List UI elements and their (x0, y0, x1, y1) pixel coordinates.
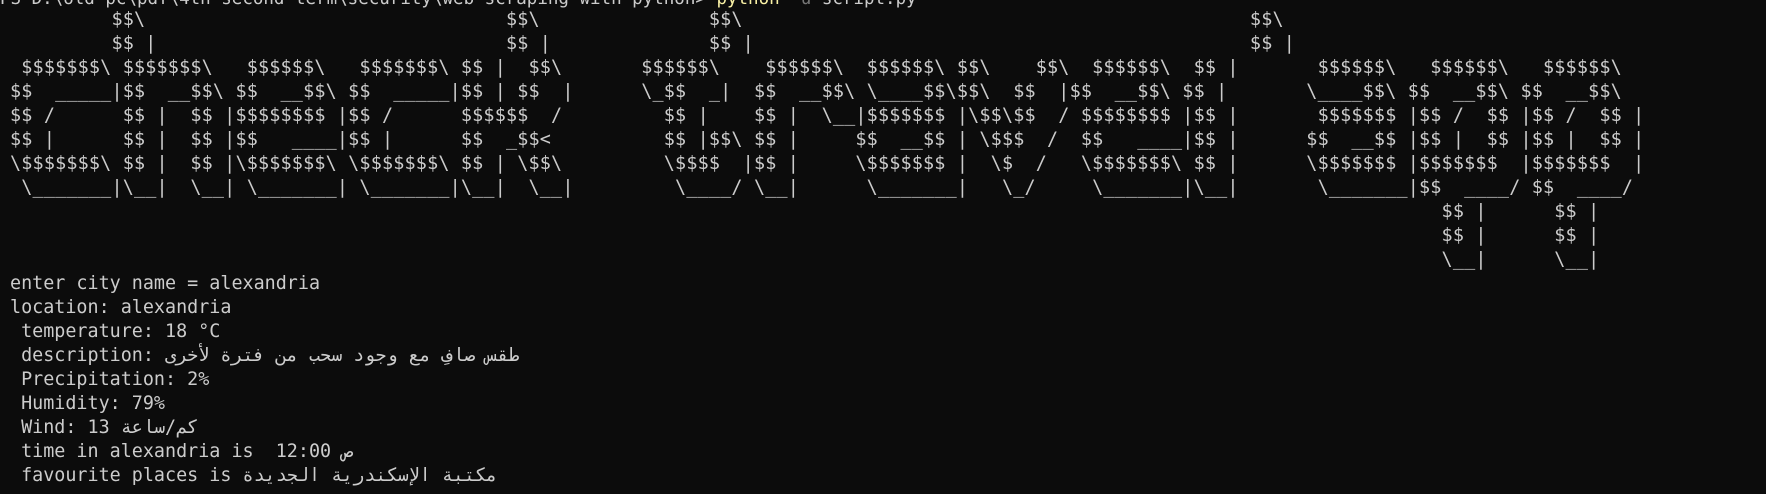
temperature-line: temperature: 18 °C (10, 321, 221, 342)
ascii-art-line: $$ | $$ | (10, 225, 1600, 246)
favourite-label: favourite places is (10, 465, 243, 486)
description-label: description: (10, 345, 166, 366)
ascii-art-line: $$ / $$ | $$ |$$$$$$$$ |$$ / $$$$$$ / $$… (10, 105, 1645, 126)
ascii-art-line: \__| \__| (10, 249, 1600, 270)
description-line: description: طقس صافِ مع وجود سحب من فتر… (10, 344, 810, 368)
humidity-line: Humidity: 79% (10, 393, 166, 414)
wind-label: Wind: 13 (10, 417, 121, 438)
ascii-art-line: $$ | $$ | $$ | $$ | (10, 33, 1296, 54)
precipitation-line: Precipitation: 2% (10, 369, 210, 390)
time-line: time in alexandria is 12:00 ص (10, 440, 810, 464)
ascii-art-line: $$$$$$$\ $$$$$$$\ $$$$$$\ $$$$$$$\ $$ | … (10, 57, 1622, 78)
ascii-art-line: $$ _____|$$ __$$\ $$ __$$\ $$ _____|$$ |… (10, 81, 1622, 102)
time-suffix: ص (342, 441, 354, 462)
script-output: enter city name = alexandria location: a… (10, 272, 810, 488)
favourite-places-line: favourite places is مكتبة الإسكندرية الج… (10, 464, 810, 488)
location-line: location: alexandria (10, 297, 232, 318)
city-input-line: enter city name = alexandria (10, 273, 321, 294)
ascii-art-line: $$\ $$\ $$\ $$\ (10, 9, 1284, 30)
ascii-art-banner: $$\ $$\ $$\ $$\ $$ | $$ | $$ | $$ | $$$$… (10, 8, 1644, 272)
favourite-value: مكتبة الإسكندرية الجديدة (242, 465, 498, 486)
description-value: طقس صافِ مع وجود سحب من فترة لأخرى (165, 345, 520, 366)
ascii-art-line: \_______|\__| \__| \_______| \_______|\_… (10, 177, 1634, 198)
ascii-art-line: \$$$$$$$\ $$ | $$ |\$$$$$$$\ \$$$$$$$\ $… (10, 153, 1645, 174)
ascii-art-line: $$ | $$ | (10, 201, 1600, 222)
time-label: time in alexandria is 12:00 (10, 441, 343, 462)
wind-unit: كم/ساعة (120, 417, 199, 438)
ascii-art-line: $$ | $$ | $$ |$$ ____|$$ | $$ _$$< $$ |$… (10, 129, 1645, 150)
terminal-window[interactable]: PS D:\old pc\pdf\4th second term\securit… (0, 0, 1766, 494)
wind-line: Wind: 13 كم/ساعة (10, 416, 810, 440)
